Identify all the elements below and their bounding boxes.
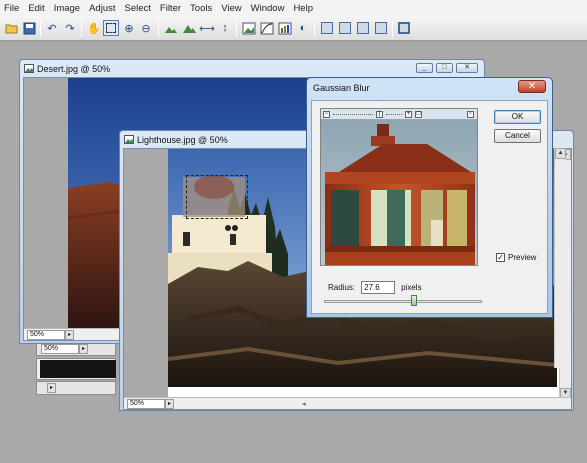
menu-image[interactable]: Image [54, 3, 80, 14]
minimized-window-thumb [40, 360, 116, 378]
lighthouse-title: Lighthouse.jpg @ 50% [137, 134, 228, 145]
save-icon[interactable] [21, 20, 37, 36]
menu-edit[interactable]: Edit [28, 3, 44, 14]
preview-image [321, 120, 477, 265]
gaussian-blur-dialog: Gaussian Blur ✕ − | + □ ▫ OK Cancel ✓ Pr… [306, 77, 553, 318]
zoom-dropdown-icon[interactable]: ▸ [47, 383, 56, 393]
frame-2-icon[interactable] [337, 20, 353, 36]
curves-icon[interactable] [259, 20, 275, 36]
redo-icon[interactable]: ↷ [62, 20, 78, 36]
radius-row: Radius: 27.6 pixels [328, 281, 422, 294]
flip-vertical-icon[interactable]: ↕ [217, 20, 233, 36]
scroll-left-icon[interactable]: ◂ [302, 400, 306, 408]
zoom-field[interactable]: 50% [27, 329, 65, 340]
scroll-up-icon[interactable]: ▲ [555, 148, 566, 159]
menu-bar: File Edit Image Adjust Select Filter Too… [0, 0, 587, 16]
maximize-button[interactable]: □ [436, 63, 453, 73]
undo-icon[interactable]: ↶ [44, 20, 60, 36]
zoom-dropdown-icon[interactable]: ▸ [165, 398, 174, 409]
zoom-in-icon[interactable]: ⊕ [121, 20, 137, 36]
menu-adjust[interactable]: Adjust [89, 3, 115, 14]
menu-filter[interactable]: Filter [160, 3, 181, 14]
desert-titlebar[interactable]: Desert.jpg @ 50% _ □ ✕ [20, 60, 484, 77]
preview-zoom-in-icon[interactable]: + [405, 110, 412, 118]
menu-help[interactable]: Help [293, 3, 313, 14]
dialog-close-button[interactable]: ✕ [518, 80, 546, 93]
dialog-body: − | + □ ▫ OK Cancel ✓ Preview Radius: 27… [311, 100, 548, 314]
frame-4-icon[interactable] [373, 20, 389, 36]
menu-window[interactable]: Window [251, 3, 285, 14]
levels-icon[interactable] [277, 20, 293, 36]
dialog-title: Gaussian Blur [313, 83, 370, 93]
zoom-dropdown-icon[interactable]: ▸ [79, 344, 88, 354]
image-adjust-icon[interactable] [241, 20, 257, 36]
desert-vertical-scrollbar[interactable]: ▲ [554, 148, 566, 368]
preview-fit-icon[interactable]: □ [415, 110, 422, 118]
frame-1-icon[interactable] [319, 20, 335, 36]
toolbar: ↶ ↷ ✋ ⊕ ⊖ ⟷ ↕ ◐ [0, 16, 587, 41]
flip-horizontal-icon[interactable]: ⟷ [199, 20, 215, 36]
cancel-button[interactable]: Cancel [494, 129, 541, 143]
minimized-window-3[interactable]: ▸ [36, 381, 116, 395]
minimized-window-1[interactable]: 50% ▸ [36, 342, 116, 356]
mountain-small-icon[interactable] [163, 20, 179, 36]
frame-5-icon[interactable] [396, 20, 412, 36]
ok-button[interactable]: OK [494, 110, 541, 124]
color-balance-icon[interactable]: ◐ [295, 20, 311, 36]
radius-input[interactable]: 27.6 [361, 281, 396, 294]
radius-slider-thumb[interactable] [411, 295, 417, 306]
preview-zoom-out-icon[interactable]: − [323, 110, 330, 118]
zoom-dropdown-icon[interactable]: ▸ [65, 329, 74, 340]
menu-file[interactable]: File [4, 3, 19, 14]
preview-checkbox[interactable]: ✓ [496, 253, 505, 262]
radius-label: Radius: [328, 283, 356, 292]
minimize-button[interactable]: _ [416, 63, 433, 73]
selection-marquee[interactable] [186, 175, 248, 219]
preview-toolbar: − | + □ ▫ [321, 109, 477, 120]
close-button[interactable]: ✕ [456, 63, 478, 73]
image-document-icon [24, 64, 34, 73]
zoom-out-icon[interactable]: ⊖ [138, 20, 154, 36]
menu-select[interactable]: Select [125, 3, 151, 14]
image-document-icon [124, 135, 134, 144]
radius-slider-track[interactable] [324, 300, 482, 303]
frame-3-icon[interactable] [355, 20, 371, 36]
mountain-large-icon[interactable] [181, 20, 197, 36]
preview-zoom-slider-icon[interactable]: | [376, 110, 383, 118]
zoom-field[interactable]: 50% [127, 398, 165, 409]
zoom-field[interactable]: 50% [41, 344, 79, 354]
menu-view[interactable]: View [221, 3, 241, 14]
preview-label: Preview [508, 253, 537, 262]
hand-tool-icon[interactable]: ✋ [86, 20, 102, 36]
preview-frame[interactable]: − | + □ ▫ [320, 108, 478, 266]
lighthouse-statusbar: 50% ▸ ◂ [124, 397, 571, 409]
open-icon[interactable] [4, 20, 20, 36]
preview-checkbox-row[interactable]: ✓ Preview [496, 253, 536, 262]
preview-actual-size-icon[interactable]: ▫ [467, 110, 474, 118]
desert-title: Desert.jpg @ 50% [37, 63, 111, 74]
radius-units: pixels [401, 283, 422, 292]
marquee-tool-icon[interactable] [103, 20, 119, 36]
menu-tools[interactable]: Tools [190, 3, 212, 14]
